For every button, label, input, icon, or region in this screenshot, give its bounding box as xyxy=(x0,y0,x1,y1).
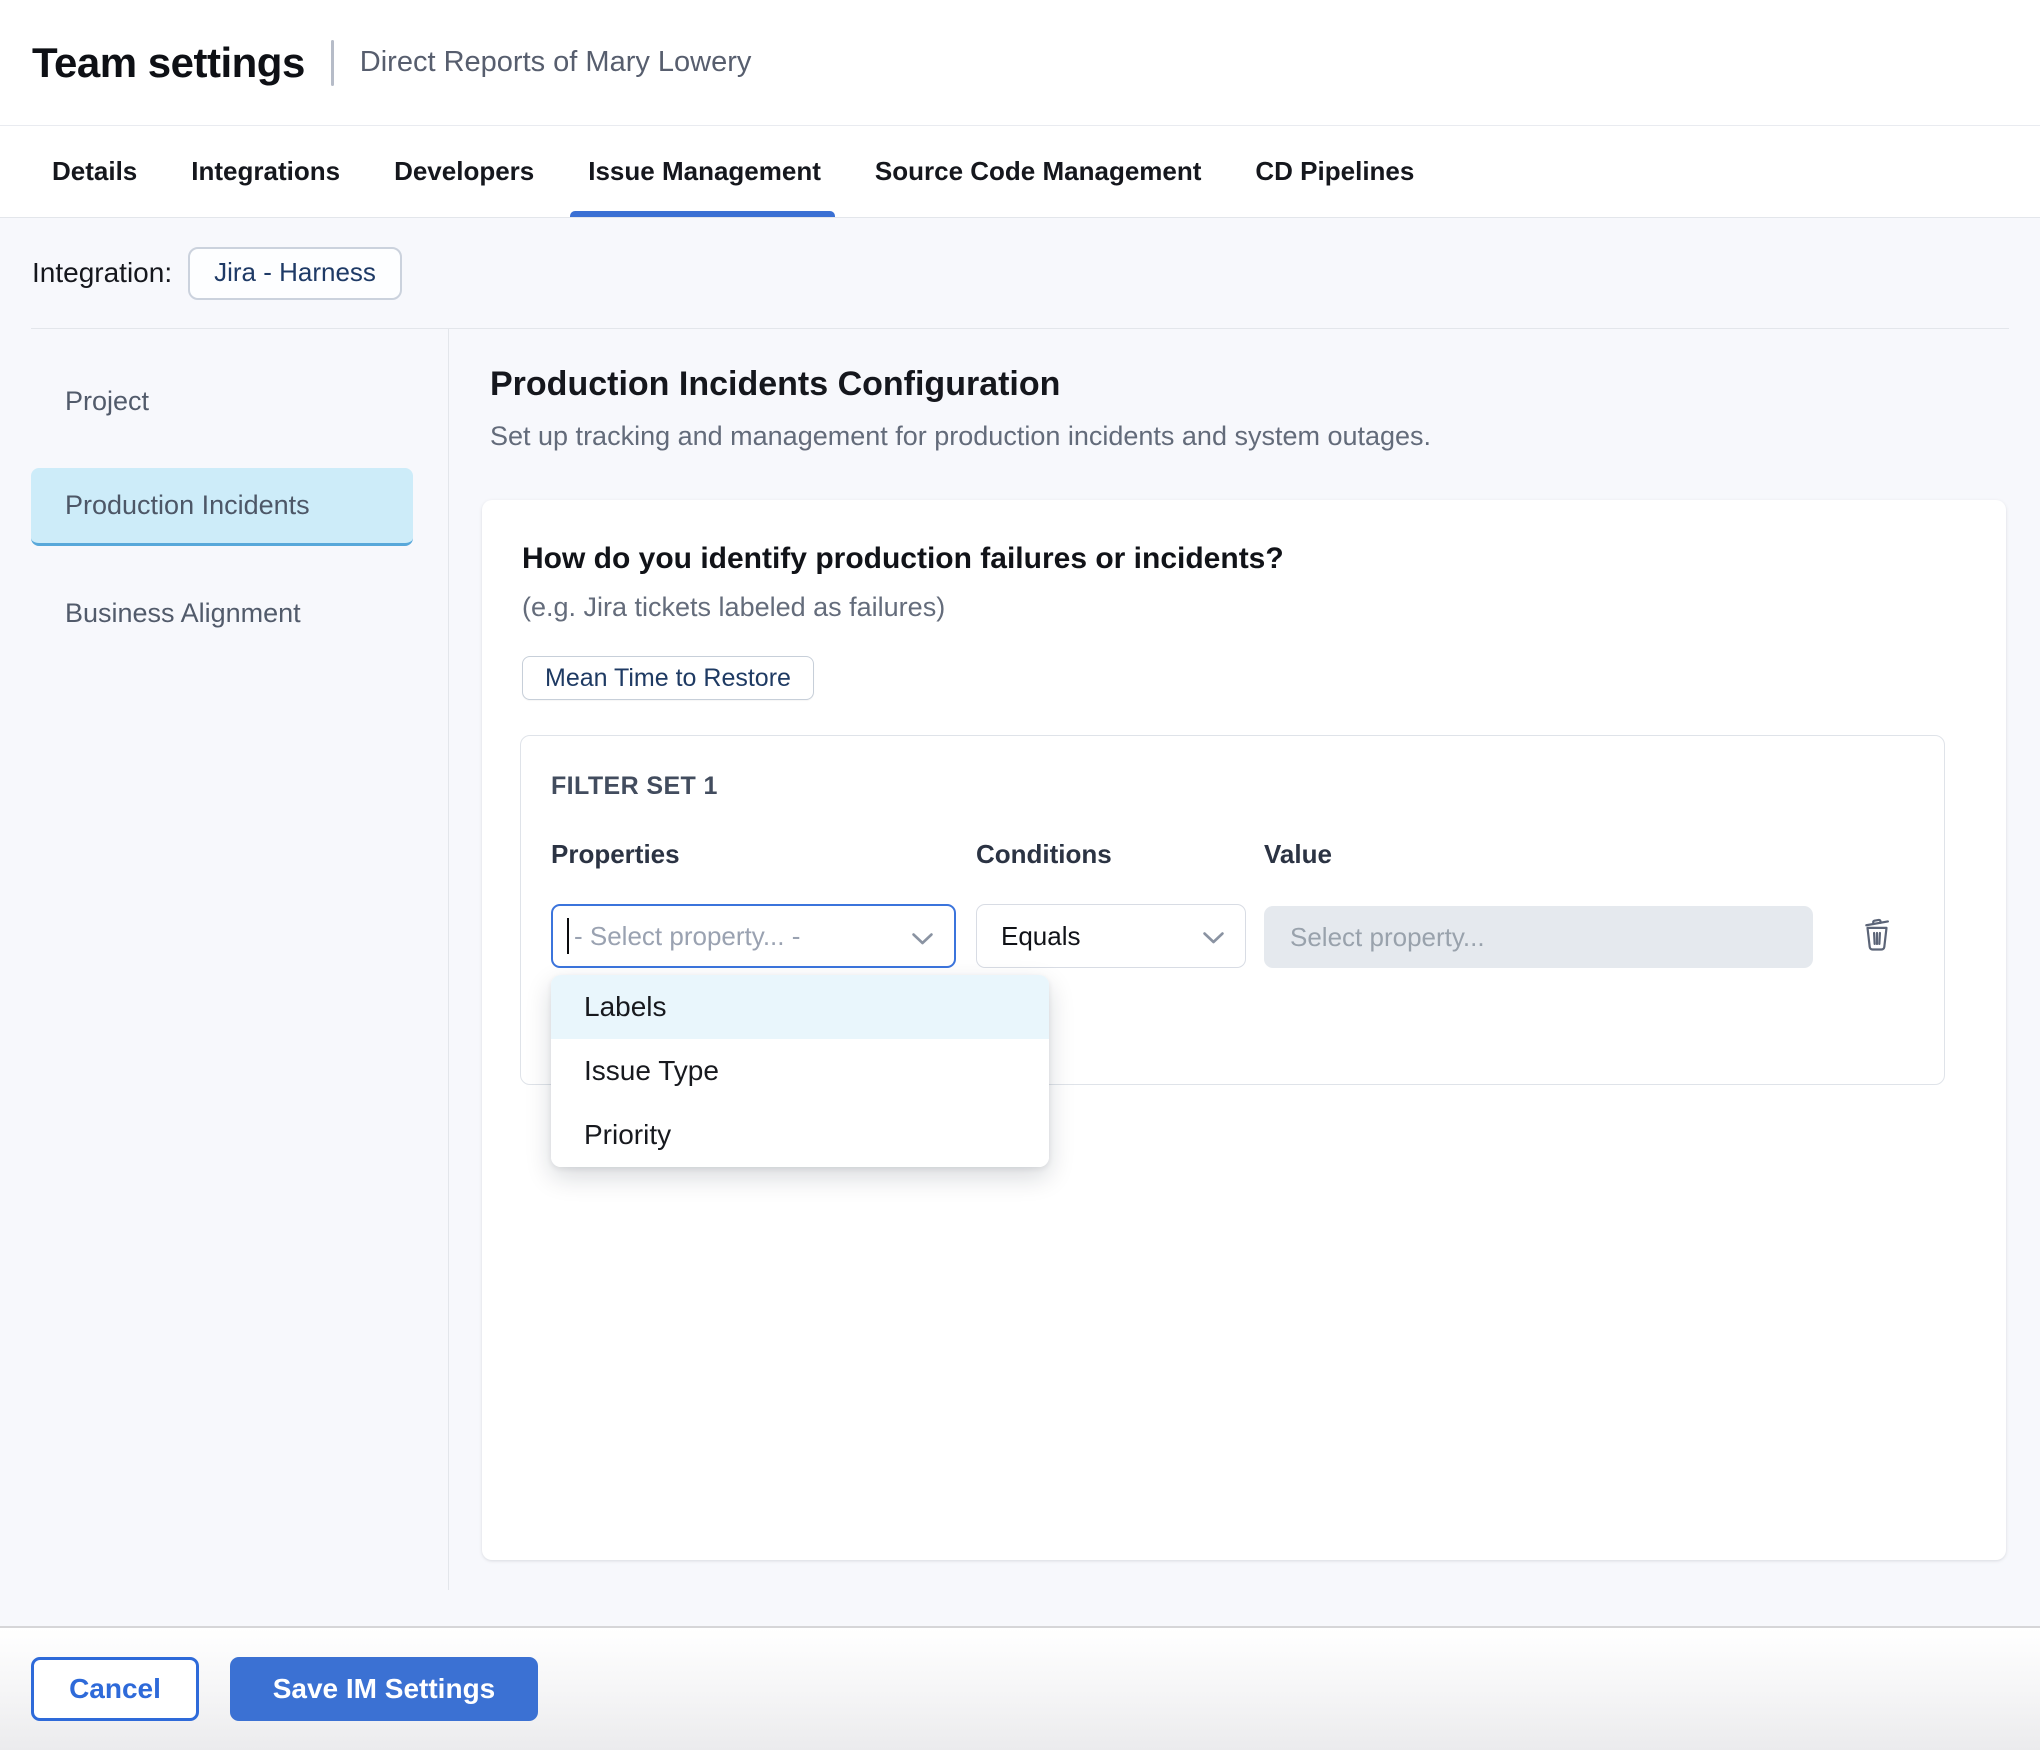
sidebar-item-project[interactable]: Project xyxy=(31,362,413,440)
tab-cd-pipelines[interactable]: CD Pipelines xyxy=(1253,126,1416,217)
cancel-button[interactable]: Cancel xyxy=(31,1657,199,1721)
integration-row: Integration: Jira - Harness xyxy=(0,218,2040,328)
trash-icon xyxy=(1859,914,1895,955)
column-label-conditions: Conditions xyxy=(976,839,1112,870)
section-title: Production Incidents Configuration xyxy=(490,365,1060,404)
column-label-value: Value xyxy=(1264,839,1332,870)
metric-tab-mean-time-to-restore[interactable]: Mean Time to Restore xyxy=(522,656,814,700)
properties-placeholder: - Select property... - xyxy=(574,921,800,952)
section-subtitle: Set up tracking and management for produ… xyxy=(490,421,1431,452)
action-footer: Cancel Save IM Settings xyxy=(0,1626,2040,1750)
question-title: How do you identify production failures … xyxy=(522,542,1284,576)
text-cursor xyxy=(567,918,569,954)
integration-chip[interactable]: Jira - Harness xyxy=(188,247,402,300)
value-input[interactable] xyxy=(1264,906,1813,968)
conditions-select[interactable]: Equals xyxy=(976,904,1246,968)
header-divider xyxy=(331,40,334,86)
save-im-settings-button[interactable]: Save IM Settings xyxy=(230,1657,538,1721)
dropdown-option-labels[interactable]: Labels xyxy=(551,975,1049,1039)
tab-source-code-management[interactable]: Source Code Management xyxy=(873,126,1204,217)
question-hint: (e.g. Jira tickets labeled as failures) xyxy=(522,592,945,623)
page-header: Team settings Direct Reports of Mary Low… xyxy=(0,0,2040,125)
tab-issue-management[interactable]: Issue Management xyxy=(586,126,823,217)
chevron-down-icon xyxy=(1202,931,1225,950)
page-title: Team settings xyxy=(32,39,305,87)
incidents-config-card: How do you identify production failures … xyxy=(482,500,2006,1560)
integration-label: Integration: xyxy=(32,257,172,289)
sidebar-item-business-alignment[interactable]: Business Alignment xyxy=(31,574,413,652)
sidebar-item-production-incidents[interactable]: Production Incidents xyxy=(31,468,413,546)
settings-tabbar: Details Integrations Developers Issue Ma… xyxy=(0,125,2040,218)
team-name-subtitle: Direct Reports of Mary Lowery xyxy=(360,46,752,79)
chevron-down-icon xyxy=(911,932,934,951)
column-label-properties: Properties xyxy=(551,839,680,870)
dropdown-option-priority[interactable]: Priority xyxy=(551,1103,1049,1167)
dropdown-option-issue-type[interactable]: Issue Type xyxy=(551,1039,1049,1103)
properties-dropdown-menu: Labels Issue Type Priority xyxy=(551,975,1049,1167)
tab-details[interactable]: Details xyxy=(50,126,139,217)
properties-select[interactable]: - Select property... - xyxy=(551,904,956,968)
filter-set-title: FILTER SET 1 xyxy=(551,772,718,801)
main-content: Production Incidents Configuration Set u… xyxy=(449,328,2040,1626)
settings-sidebar: Project Production Incidents Business Al… xyxy=(0,328,448,1626)
delete-filter-button[interactable] xyxy=(1855,912,1899,956)
tab-developers[interactable]: Developers xyxy=(392,126,536,217)
conditions-selected-value: Equals xyxy=(1001,921,1081,952)
filter-set-card: FILTER SET 1 Properties Conditions Value… xyxy=(520,735,1945,1085)
tab-integrations[interactable]: Integrations xyxy=(189,126,342,217)
